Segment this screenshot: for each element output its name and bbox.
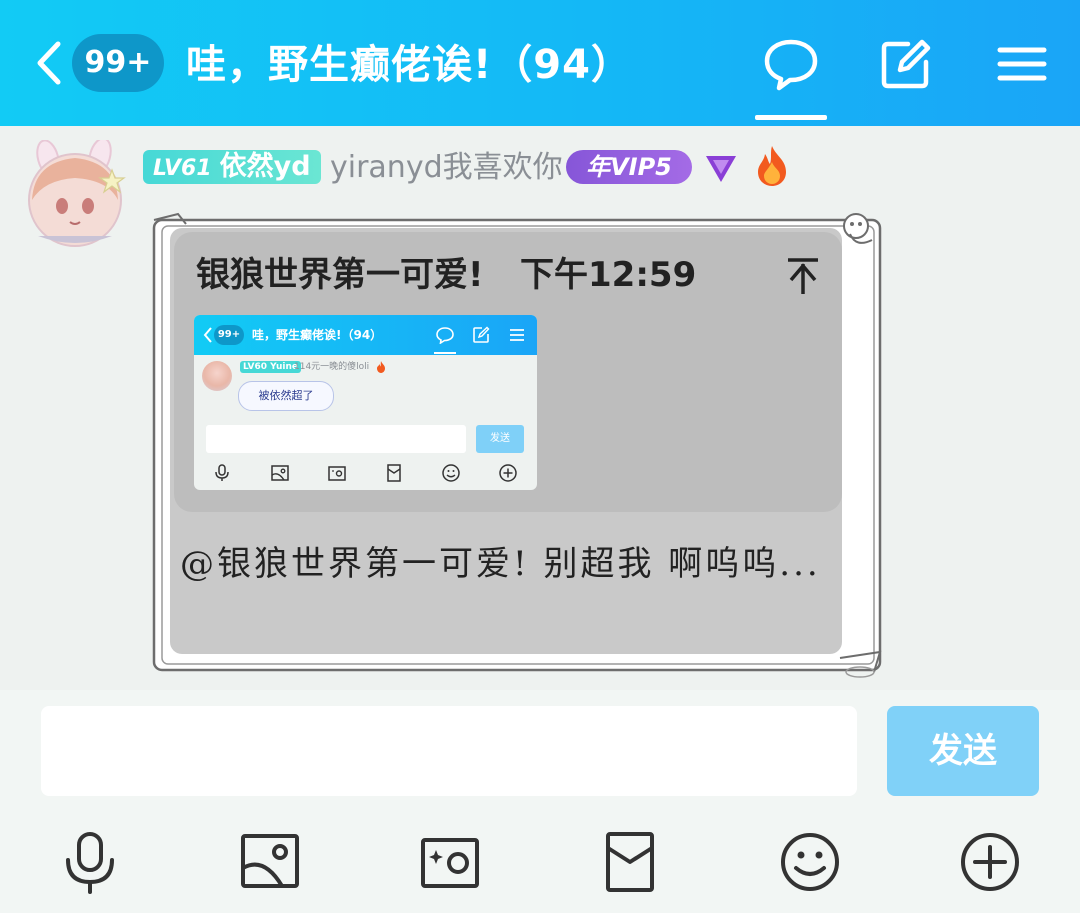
chevron-left-icon[interactable]: [30, 38, 70, 88]
embedded-screenshot[interactable]: 99+ 哇，野生癫佬诶!（94） LV60 Yuine 114元一晚的傻loli…: [194, 315, 537, 490]
chevron-left-icon: [203, 327, 212, 343]
message-text: @银狼世界第一可爱! 别超我 啊呜呜...: [180, 544, 821, 584]
quoted-time: 下午12:59: [520, 255, 697, 295]
nickname[interactable]: 依然yd: [220, 151, 311, 182]
camera-icon: [328, 466, 346, 481]
avatar[interactable]: [20, 140, 130, 250]
arrow-up-icon[interactable]: [786, 254, 820, 298]
quoted-username: 银狼世界第一可爱!: [196, 255, 484, 295]
active-tab-indicator: [755, 115, 827, 120]
vip-triangle-icon: [706, 156, 736, 182]
mini-level: LV60: [243, 362, 267, 372]
mini-level-badge: LV60 Yuine: [240, 361, 302, 373]
send-button[interactable]: 发送: [887, 706, 1039, 796]
edit-icon[interactable]: [878, 36, 934, 92]
group-title: 哇，野生癫佬诶!（94）: [186, 42, 632, 88]
mini-signature: 114元一晚的傻loli: [294, 362, 370, 372]
fire-icon: [377, 361, 385, 373]
microphone-icon: [215, 464, 229, 481]
red-packet-icon: [387, 464, 401, 482]
chat-bubble-icon: [436, 327, 454, 344]
mini-text-input: [206, 425, 466, 453]
mini-title: 哇，野生癫佬诶!（94）: [252, 328, 383, 342]
emoji-icon[interactable]: [778, 830, 842, 894]
red-packet-icon[interactable]: [598, 830, 662, 894]
mini-tab-indicator: [434, 352, 456, 354]
user-signature: yiranyd我喜欢你: [330, 150, 563, 185]
message-input[interactable]: [41, 706, 857, 796]
microphone-icon[interactable]: [58, 830, 122, 894]
mini-avatar: [202, 361, 232, 391]
menu-icon[interactable]: [994, 36, 1050, 92]
image-icon: [271, 465, 289, 481]
menu-icon: [510, 329, 524, 341]
plus-circle-icon[interactable]: [958, 830, 1022, 894]
plus-circle-icon: [499, 464, 517, 482]
image-icon[interactable]: [238, 830, 302, 894]
mini-message: 被依然超了: [238, 381, 334, 411]
level-badge: LV61 依然yd: [143, 150, 321, 184]
camera-icon[interactable]: [418, 830, 482, 894]
chat-header: 99+ 哇，野生癫佬诶!（94）: [0, 0, 1080, 126]
chat-bubble-icon[interactable]: [763, 36, 819, 92]
vip-badge: 年VIP5: [566, 150, 692, 184]
unread-count-badge[interactable]: 99+: [72, 34, 164, 92]
mini-send-button: 发送: [476, 425, 524, 453]
mini-unread-badge: 99+: [214, 325, 244, 345]
emoji-icon: [442, 464, 460, 482]
level-label: LV61: [153, 156, 212, 181]
mini-header: 99+ 哇，野生癫佬诶!（94）: [194, 315, 537, 355]
fire-icon: [758, 146, 786, 186]
edit-icon: [473, 326, 490, 343]
